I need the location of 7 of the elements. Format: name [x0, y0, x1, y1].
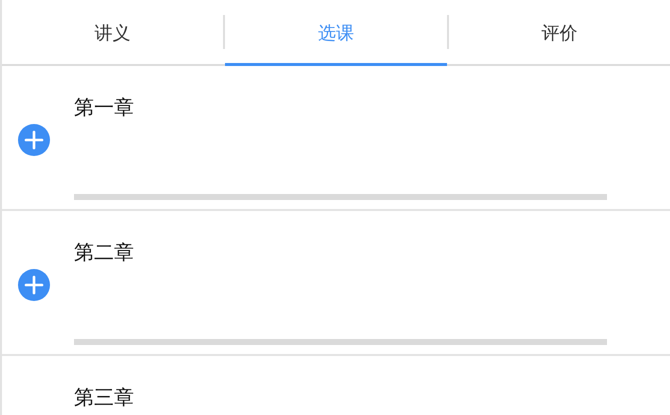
- chapter-title: 第二章: [74, 239, 134, 265]
- tab[interactable]: 评价: [448, 0, 670, 66]
- tab[interactable]: 讲义: [2, 0, 224, 66]
- chapter-title: 第一章: [74, 94, 134, 120]
- add-icon[interactable]: [18, 268, 50, 300]
- chapter-title: 第三章: [74, 384, 134, 410]
- add-icon[interactable]: [18, 124, 50, 156]
